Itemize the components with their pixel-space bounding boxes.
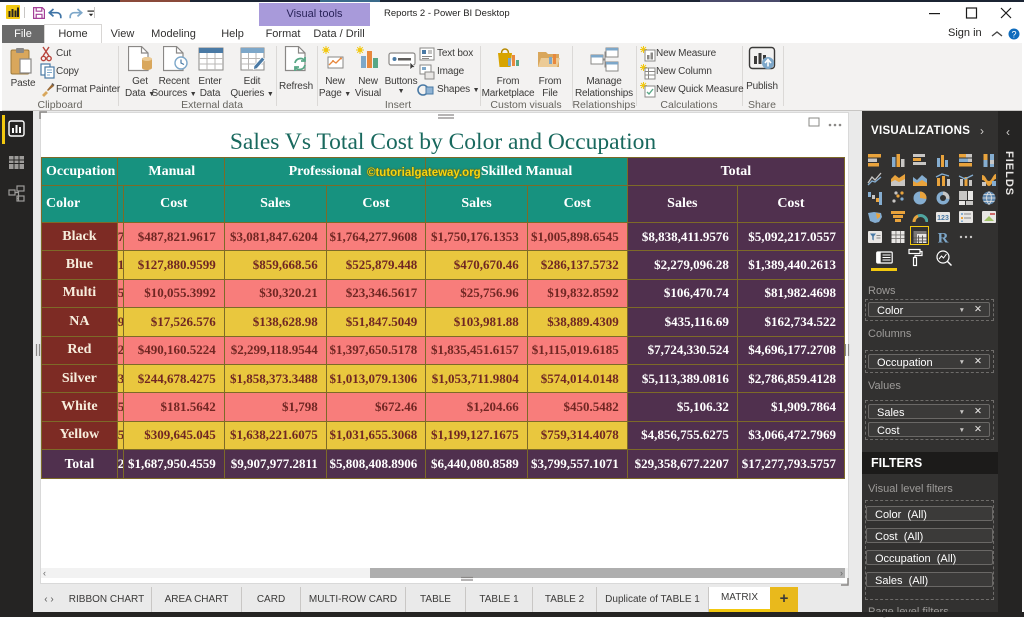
svg-text:?: ? xyxy=(1011,30,1016,40)
svg-text:123: 123 xyxy=(937,215,949,222)
svg-text:R: R xyxy=(938,230,949,245)
